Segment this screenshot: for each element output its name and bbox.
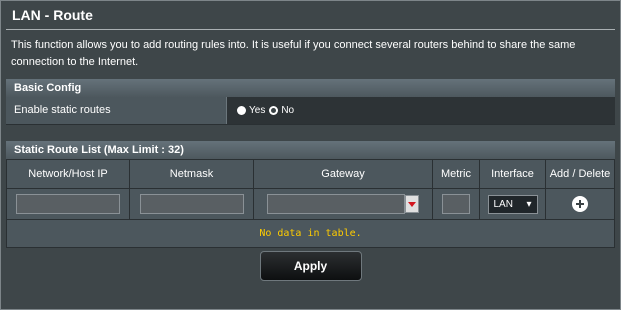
column-add-delete: Add / Delete <box>545 159 615 189</box>
chevron-down-icon: ▾ <box>526 198 532 210</box>
radio-yes[interactable] <box>237 106 246 115</box>
metric-input[interactable] <box>442 194 470 214</box>
column-network-host-ip: Network/Host IP <box>6 159 130 189</box>
netmask-input[interactable] <box>139 194 244 214</box>
column-metric: Metric <box>432 159 480 189</box>
radio-yes-label[interactable]: Yes <box>249 105 265 116</box>
enable-static-routes-row: Enable static routes Yes No <box>6 97 615 125</box>
gateway-input[interactable] <box>267 194 405 214</box>
lan-route-panel: LAN - Route This function allows you to … <box>0 0 621 310</box>
table-header-row: Network/Host IP Netmask Gateway Metric I… <box>6 159 615 189</box>
empty-table-message: No data in table. <box>6 220 615 248</box>
add-route-icon[interactable] <box>572 196 588 212</box>
apply-button[interactable]: Apply <box>259 251 362 281</box>
column-gateway: Gateway <box>253 159 433 189</box>
enable-static-routes-options: Yes No <box>227 97 615 124</box>
metric-cell <box>432 188 480 220</box>
page-description: This function allows you to add routing … <box>11 39 576 68</box>
gateway-cell <box>253 188 433 220</box>
add-delete-cell <box>545 188 615 220</box>
column-interface: Interface <box>479 159 546 189</box>
enable-static-routes-label: Enable static routes <box>6 97 227 124</box>
netmask-cell <box>129 188 254 220</box>
gateway-combo <box>267 194 419 214</box>
basic-config-header: Basic Config <box>6 79 615 97</box>
static-route-table: Network/Host IP Netmask Gateway Metric I… <box>6 159 615 220</box>
radio-no-label[interactable]: No <box>281 105 294 116</box>
network-host-ip-input[interactable] <box>16 194 120 214</box>
interface-cell: LAN ▾ <box>479 188 546 220</box>
table-input-row: LAN ▾ <box>6 188 615 220</box>
interface-select[interactable]: LAN ▾ <box>487 194 538 214</box>
interface-select-value: LAN <box>493 198 513 210</box>
radio-no[interactable] <box>269 106 279 115</box>
network-host-ip-cell <box>6 188 130 220</box>
static-route-list-header: Static Route List (Max Limit : 32) <box>6 141 615 159</box>
action-bar: Apply <box>1 248 620 284</box>
page-title: LAN - Route <box>12 7 93 23</box>
column-netmask: Netmask <box>129 159 254 189</box>
gateway-dropdown-icon[interactable] <box>405 195 419 213</box>
